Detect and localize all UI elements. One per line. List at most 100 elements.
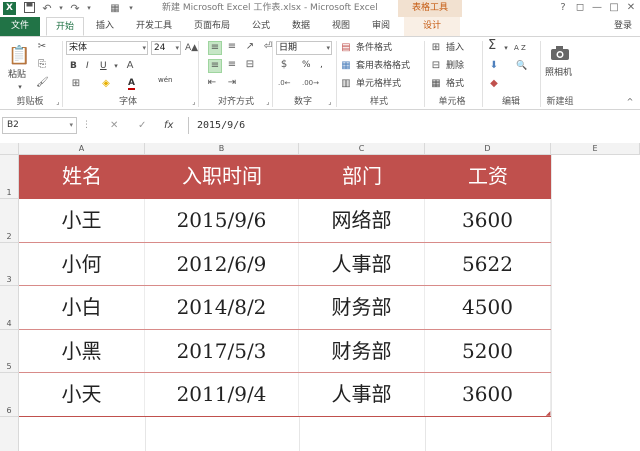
row-header-1[interactable]: 1 — [0, 155, 19, 199]
camera-button[interactable]: 照相机 — [545, 67, 572, 79]
row-header-3[interactable]: 3 — [0, 243, 19, 286]
merge-center-icon[interactable]: ⊟ — [244, 59, 256, 71]
worksheet-grid[interactable]: A B C D E 1 2 3 4 5 6 姓名 入职时间 部门 工资 小王 2… — [0, 143, 640, 451]
format-cells-icon[interactable]: ▦ — [430, 78, 442, 90]
underline-button[interactable]: U — [100, 60, 107, 72]
align-right-icon[interactable]: ≡ — [226, 59, 238, 71]
customize-quick-access-icon[interactable]: ▾ — [126, 2, 136, 15]
table-cell[interactable]: 2017/5/3 — [145, 330, 299, 373]
row-header-6[interactable]: 6 — [0, 373, 19, 417]
orientation-icon[interactable]: ↗ — [244, 41, 256, 53]
column-header-c[interactable]: C — [299, 143, 425, 155]
tab-view[interactable]: 视图 — [324, 17, 358, 36]
font-name-box[interactable]: 宋体 ▾ — [66, 41, 148, 55]
bold-button[interactable]: B — [70, 60, 77, 72]
column-header-e[interactable]: E — [551, 143, 640, 155]
table-cell[interactable]: 2014/8/2 — [145, 286, 299, 330]
table-resize-handle-icon[interactable]: ◢ — [545, 411, 551, 417]
login-link[interactable]: 登录 — [614, 17, 632, 36]
underline-dropdown-icon[interactable]: ▾ — [110, 60, 122, 72]
table-cell[interactable]: 人事部 — [299, 373, 425, 417]
autosum-button[interactable]: Σ — [488, 39, 496, 52]
bottom-align-icon[interactable]: ≡ — [226, 41, 238, 53]
number-format-dropdown-icon[interactable]: ▾ — [326, 42, 330, 54]
formula-input[interactable]: 2015/9/6 — [188, 117, 638, 134]
tab-design[interactable]: 设计 — [404, 17, 460, 36]
camera-icon[interactable] — [550, 45, 570, 63]
table-cell[interactable]: 4500 — [425, 286, 551, 330]
redo-dropdown-icon[interactable]: ▾ — [85, 2, 93, 15]
insert-cells-icon[interactable]: ⊞ — [430, 42, 442, 54]
clear-icon[interactable]: ◆ — [488, 78, 500, 90]
format-as-table-icon[interactable]: ▦ — [340, 60, 352, 72]
conditional-format-button[interactable]: 条件格式 — [356, 42, 392, 54]
tab-home[interactable]: 开始 — [46, 17, 84, 36]
table-cell[interactable]: 3600 — [425, 373, 551, 417]
tab-insert[interactable]: 插入 — [88, 17, 122, 36]
delete-cells-button[interactable]: 删除 — [446, 60, 464, 72]
name-box[interactable]: B2 ▾ — [2, 117, 77, 134]
row-header-4[interactable]: 4 — [0, 286, 19, 330]
undo-icon[interactable]: ↶ — [40, 2, 54, 15]
cell-styles-button[interactable]: 单元格样式 — [356, 78, 401, 90]
table-header-hire-date[interactable]: 入职时间 — [145, 155, 299, 199]
cancel-edit-button[interactable]: ✕ — [110, 118, 118, 133]
percent-button[interactable]: % — [302, 59, 311, 71]
find-select-button[interactable]: 🔍 — [516, 60, 527, 72]
tab-file[interactable]: 文件 — [0, 17, 40, 36]
row-header-5[interactable]: 5 — [0, 330, 19, 373]
confirm-edit-button[interactable]: ✓ — [138, 118, 146, 133]
font-color-button[interactable]: A — [128, 78, 135, 90]
paste-button[interactable]: 粘贴 — [8, 69, 26, 81]
column-header-d[interactable]: D — [425, 143, 551, 155]
cut-icon[interactable]: ✂ — [36, 41, 48, 53]
maximize-icon[interactable]: □ — [607, 1, 621, 15]
tab-data[interactable]: 数据 — [284, 17, 318, 36]
excel-logo-icon[interactable]: X — [3, 2, 16, 15]
borders-icon[interactable]: ⊞ — [70, 78, 82, 90]
row-header-7[interactable] — [0, 417, 19, 451]
currency-icon[interactable]: $ — [278, 59, 290, 71]
format-as-table-button[interactable]: 套用表格格式 — [356, 60, 410, 72]
undo-dropdown-icon[interactable]: ▾ — [57, 2, 65, 15]
minimize-icon[interactable]: — — [590, 1, 604, 15]
paste-dropdown-icon[interactable]: ▾ — [14, 81, 26, 93]
table-cell[interactable]: 2012/6/9 — [145, 243, 299, 286]
table-cell[interactable]: 网络部 — [299, 199, 425, 243]
table-header-department[interactable]: 部门 — [299, 155, 425, 199]
copy-icon[interactable]: ⎘ — [36, 59, 48, 71]
font-size-box[interactable]: 24 ▾ — [151, 41, 181, 55]
middle-align-icon[interactable]: ≡ — [208, 41, 222, 55]
table-cell[interactable]: 财务部 — [299, 330, 425, 373]
insert-function-button[interactable]: fx — [164, 118, 173, 133]
sort-filter-button[interactable]: A Z — [514, 42, 526, 54]
table-cell[interactable]: 2015/9/6 — [145, 199, 299, 243]
column-header-b[interactable]: B — [145, 143, 299, 155]
table-header-name[interactable]: 姓名 — [19, 155, 145, 199]
decrease-indent-icon[interactable]: ⇤ — [206, 77, 218, 89]
save-icon[interactable] — [22, 2, 36, 15]
ribbon-display-icon[interactable]: ◻ — [573, 1, 587, 15]
paste-icon[interactable]: 📋 — [8, 45, 30, 67]
number-launcher-icon[interactable]: ⌟ — [324, 96, 336, 108]
phonetic-button[interactable]: wén — [158, 74, 172, 86]
format-painter-icon[interactable]: 🖌 — [36, 77, 49, 89]
cell-styles-icon[interactable]: ▥ — [340, 78, 352, 90]
table-header-salary[interactable]: 工资 — [425, 155, 551, 199]
formula-bar-splitter-icon[interactable]: ⋮ — [82, 118, 91, 133]
fill-color-icon[interactable]: ◈ — [100, 78, 112, 90]
table-cell[interactable]: 5200 — [425, 330, 551, 373]
tab-page-layout[interactable]: 页面布局 — [186, 17, 238, 36]
fill-icon[interactable]: ⬇ — [488, 60, 500, 72]
conditional-format-icon[interactable]: ▤ — [340, 42, 352, 54]
tab-review[interactable]: 审阅 — [364, 17, 398, 36]
autosum-dropdown-icon[interactable]: ▾ — [500, 42, 512, 54]
format-cells-button[interactable]: 格式 — [446, 78, 464, 90]
table-cell[interactable]: 小王 — [19, 199, 145, 243]
table-cell[interactable]: 小黑 — [19, 330, 145, 373]
table-cell[interactable]: 2011/9/4 — [145, 373, 299, 417]
decrease-decimal-icon[interactable]: .00→ — [302, 77, 319, 89]
table-cell[interactable]: 人事部 — [299, 243, 425, 286]
align-center-icon[interactable]: ≡ — [208, 59, 222, 73]
table-cell[interactable]: 财务部 — [299, 286, 425, 330]
